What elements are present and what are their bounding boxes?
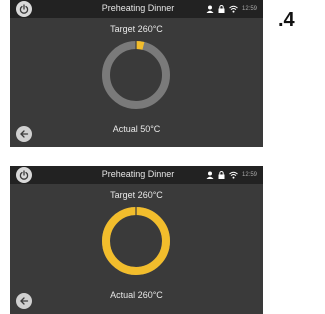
progress-ring <box>102 207 170 275</box>
person-icon <box>206 5 214 13</box>
clock: 12:59 <box>241 6 257 12</box>
status-bar: Preheating Dinner 12:59 <box>10 166 263 184</box>
target-temperature: Target 260°C <box>110 190 163 200</box>
target-temperature: Target 260°C <box>110 24 163 34</box>
power-button[interactable] <box>16 1 32 17</box>
power-button[interactable] <box>16 167 32 183</box>
oven-screen-preheating-complete: Preheating Dinner 12:59 Target 260°C Act… <box>10 166 263 314</box>
back-button[interactable] <box>16 126 32 142</box>
person-icon <box>206 171 214 179</box>
power-icon <box>19 4 29 14</box>
screen-title: Preheating Dinner <box>101 169 175 179</box>
status-icons: 12:59 <box>206 2 257 16</box>
progress-ring <box>102 41 170 109</box>
wifi-icon <box>229 171 238 179</box>
back-arrow-icon <box>20 130 29 138</box>
figure-label: .4 <box>278 9 295 31</box>
back-arrow-icon <box>20 297 29 305</box>
actual-temperature: Actual 50°C <box>112 124 161 134</box>
clock: 12:59 <box>241 172 257 178</box>
progress-ring-track <box>102 41 170 109</box>
lock-icon <box>218 171 225 179</box>
back-button[interactable] <box>16 293 32 309</box>
lock-icon <box>218 5 225 13</box>
progress-ring-fill <box>102 207 170 275</box>
actual-temperature: Actual 260°C <box>110 290 163 300</box>
oven-screen-preheating-start: Preheating Dinner 12:59 Target 260°C Act… <box>10 0 263 147</box>
power-icon <box>19 170 29 180</box>
screen-title: Preheating Dinner <box>101 3 175 13</box>
wifi-icon <box>229 5 238 13</box>
status-bar: Preheating Dinner 12:59 <box>10 0 263 18</box>
status-icons: 12:59 <box>206 168 257 182</box>
